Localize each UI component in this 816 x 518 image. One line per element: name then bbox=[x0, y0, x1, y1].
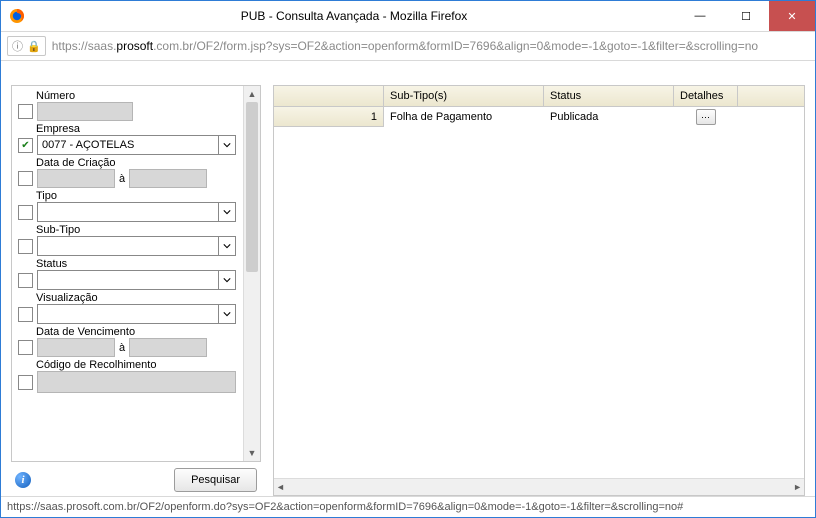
maximize-button[interactable]: ☐ bbox=[723, 1, 769, 31]
chevron-down-icon bbox=[218, 271, 235, 289]
label-sub-tipo: Sub-Tipo bbox=[36, 224, 236, 236]
window-buttons: — ☐ ✕ bbox=[677, 1, 815, 31]
check-tipo[interactable] bbox=[18, 205, 33, 220]
field-empresa: Empresa ✔ 0077 - AÇOTELAS bbox=[18, 123, 236, 155]
close-icon: ✕ bbox=[787, 10, 796, 23]
select-tipo[interactable] bbox=[37, 202, 236, 222]
minimize-button[interactable]: — bbox=[677, 1, 723, 31]
grid-header-detalhes[interactable]: Detalhes bbox=[674, 86, 738, 106]
filter-panel: Número Empresa ✔ 0077 - AÇOTELAS bbox=[11, 85, 261, 462]
results-panel: Sub-Tipo(s) Status Detalhes 1 Folha de P… bbox=[273, 85, 805, 496]
label-codigo-recolhimento: Código de Recolhimento bbox=[36, 359, 236, 371]
minimize-icon: — bbox=[695, 10, 706, 22]
field-data-vencimento: Data de Vencimento à bbox=[18, 326, 236, 357]
field-data-criacao: Data de Criação à bbox=[18, 157, 236, 188]
lock-icon: 🔒 bbox=[27, 40, 41, 53]
label-numero: Número bbox=[36, 90, 236, 102]
close-button[interactable]: ✕ bbox=[769, 1, 815, 31]
window: PUB - Consulta Avançada - Mozilla Firefo… bbox=[0, 0, 816, 518]
status-text: https://saas.prosoft.com.br/OF2/openform… bbox=[7, 501, 683, 513]
url-hostpost: .com.br bbox=[153, 39, 193, 53]
url-display[interactable]: https://saas.prosoft.com.br/OF2/form.jsp… bbox=[52, 39, 809, 53]
check-empresa[interactable]: ✔ bbox=[18, 138, 33, 153]
field-visualizacao: Visualização bbox=[18, 292, 236, 324]
label-status: Status bbox=[36, 258, 236, 270]
check-data-vencimento[interactable] bbox=[18, 340, 33, 355]
firefox-icon bbox=[9, 8, 25, 24]
scroll-thumb[interactable] bbox=[246, 102, 258, 272]
label-data-criacao: Data de Criação bbox=[36, 157, 236, 169]
label-data-vencimento: Data de Vencimento bbox=[36, 326, 236, 338]
input-data-criacao-from[interactable] bbox=[37, 169, 115, 188]
grid-header-status[interactable]: Status bbox=[544, 86, 674, 106]
range-sep: à bbox=[119, 173, 125, 185]
chevron-down-icon bbox=[218, 203, 235, 221]
grid-header-spacer bbox=[738, 86, 804, 106]
scroll-right-icon[interactable]: ► bbox=[793, 482, 802, 492]
url-pre: https://saas. bbox=[52, 39, 117, 53]
check-visualizacao[interactable] bbox=[18, 307, 33, 322]
scrollbar-horizontal[interactable]: ◄ ► bbox=[274, 478, 804, 495]
chevron-down-icon bbox=[218, 305, 235, 323]
filter-footer: i Pesquisar bbox=[11, 462, 261, 496]
content: Número Empresa ✔ 0077 - AÇOTELAS bbox=[1, 61, 815, 496]
filter-fields: Número Empresa ✔ 0077 - AÇOTELAS bbox=[18, 90, 236, 393]
grid-header: Sub-Tipo(s) Status Detalhes bbox=[274, 86, 804, 107]
grid-header-subtipo[interactable]: Sub-Tipo(s) bbox=[384, 86, 544, 106]
select-status[interactable] bbox=[37, 270, 236, 290]
select-visualizacao[interactable] bbox=[37, 304, 236, 324]
scroll-left-icon[interactable]: ◄ bbox=[276, 482, 285, 492]
label-empresa: Empresa bbox=[36, 123, 236, 135]
grid-header-rownum[interactable] bbox=[274, 86, 384, 106]
site-identity[interactable]: ⓘ 🔒 bbox=[7, 36, 46, 56]
cell-rownum: 1 bbox=[274, 107, 384, 127]
input-data-vencimento-to[interactable] bbox=[129, 338, 207, 357]
url-host: prosoft bbox=[116, 39, 153, 53]
filter-panel-wrap: Número Empresa ✔ 0077 - AÇOTELAS bbox=[11, 85, 261, 496]
pesquisar-label: Pesquisar bbox=[191, 474, 240, 486]
input-numero[interactable] bbox=[37, 102, 133, 121]
cell-detalhes: ⋯ bbox=[674, 107, 738, 127]
pesquisar-button[interactable]: Pesquisar bbox=[174, 468, 257, 492]
field-numero: Número bbox=[18, 90, 236, 121]
select-empresa[interactable]: 0077 - AÇOTELAS bbox=[37, 135, 236, 155]
label-visualizacao: Visualização bbox=[36, 292, 236, 304]
input-data-criacao-to[interactable] bbox=[129, 169, 207, 188]
check-data-criacao[interactable] bbox=[18, 171, 33, 186]
chevron-down-icon bbox=[218, 136, 235, 154]
field-codigo-recolhimento: Código de Recolhimento bbox=[18, 359, 236, 393]
maximize-icon: ☐ bbox=[741, 10, 751, 23]
field-status: Status bbox=[18, 258, 236, 290]
details-button[interactable]: ⋯ bbox=[696, 109, 716, 125]
range-sep: à bbox=[119, 342, 125, 354]
check-status[interactable] bbox=[18, 273, 33, 288]
cell-status: Publicada bbox=[544, 107, 674, 127]
url-path: /OF2/form.jsp?sys=OF2&action=openform&fo… bbox=[193, 39, 758, 53]
scroll-up-icon[interactable]: ▲ bbox=[244, 86, 260, 102]
check-codigo-recolhimento[interactable] bbox=[18, 375, 33, 390]
field-sub-tipo: Sub-Tipo bbox=[18, 224, 236, 256]
info-icon[interactable]: i bbox=[15, 472, 31, 488]
scrollbar-vertical[interactable]: ▲ ▼ bbox=[243, 86, 260, 461]
label-tipo: Tipo bbox=[36, 190, 236, 202]
statusbar: https://saas.prosoft.com.br/OF2/openform… bbox=[1, 496, 815, 517]
check-numero[interactable] bbox=[18, 104, 33, 119]
table-row[interactable]: 1 Folha de Pagamento Publicada ⋯ bbox=[274, 107, 804, 127]
window-title: PUB - Consulta Avançada - Mozilla Firefo… bbox=[31, 9, 677, 23]
input-data-vencimento-from[interactable] bbox=[37, 338, 115, 357]
select-empresa-value: 0077 - AÇOTELAS bbox=[42, 139, 134, 151]
urlbar: ⓘ 🔒 https://saas.prosoft.com.br/OF2/form… bbox=[1, 32, 815, 61]
chevron-down-icon bbox=[218, 237, 235, 255]
cell-subtipo: Folha de Pagamento bbox=[384, 107, 544, 127]
select-sub-tipo[interactable] bbox=[37, 236, 236, 256]
grid-body: 1 Folha de Pagamento Publicada ⋯ bbox=[274, 107, 804, 478]
field-tipo: Tipo bbox=[18, 190, 236, 222]
titlebar: PUB - Consulta Avançada - Mozilla Firefo… bbox=[1, 1, 815, 32]
check-sub-tipo[interactable] bbox=[18, 239, 33, 254]
scroll-down-icon[interactable]: ▼ bbox=[244, 445, 260, 461]
info-icon: ⓘ bbox=[12, 38, 23, 54]
input-codigo-recolhimento[interactable] bbox=[37, 371, 236, 393]
